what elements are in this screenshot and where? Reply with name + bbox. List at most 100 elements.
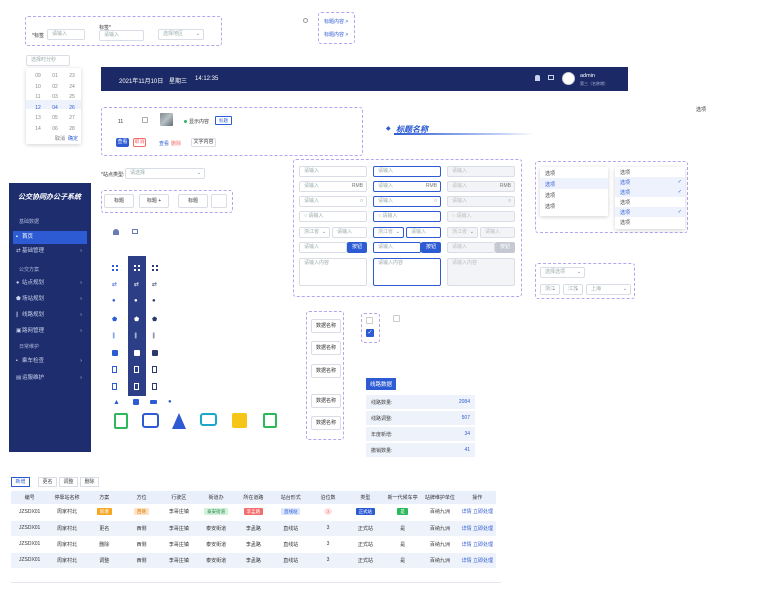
prefix-search-input-focused[interactable]: ○ 请输入 bbox=[373, 211, 441, 222]
rmb-input-focused[interactable]: 请输入 RMB bbox=[373, 181, 441, 192]
time-cell[interactable]: 27 bbox=[67, 113, 77, 124]
rmb-input[interactable]: 请输入 RMB bbox=[299, 181, 367, 192]
cascade-select-2[interactable]: 江苏 ⌄ bbox=[563, 284, 583, 295]
time-col-hours[interactable]: 09 10 11 12 13 14 bbox=[33, 71, 43, 134]
dropdown-option[interactable]: 选项 bbox=[615, 197, 685, 207]
input-append-button[interactable]: 按钮 bbox=[421, 242, 441, 253]
time-picker-input[interactable]: 选择时分秒 bbox=[26, 55, 70, 66]
link-button-2[interactable]: 标题内容 > bbox=[324, 31, 348, 38]
button-input-focused[interactable]: 请输入 bbox=[373, 242, 421, 253]
process-link[interactable]: 立即处理 bbox=[473, 558, 493, 564]
time-cell[interactable]: 11 bbox=[33, 92, 43, 103]
sidebar-item-basic[interactable]: ⇄ 基础管理 › bbox=[13, 245, 87, 258]
time-cell[interactable]: 10 bbox=[33, 82, 43, 93]
detail-input[interactable]: 请输入 bbox=[332, 227, 367, 238]
text-input[interactable]: 请输入 bbox=[299, 166, 367, 177]
avatar[interactable] bbox=[562, 72, 575, 85]
time-cell[interactable]: 03 bbox=[50, 92, 60, 103]
checkbox-checked[interactable]: ✓ bbox=[366, 329, 374, 337]
tab-add[interactable]: 新增 bbox=[11, 477, 30, 487]
time-cell[interactable]: 01 bbox=[50, 71, 60, 82]
sidebar-item-line[interactable]: ∥ 线路规划 › bbox=[13, 309, 87, 322]
time-cell[interactable]: 02 bbox=[50, 82, 60, 93]
option-select[interactable]: 选择选项 ⌄ bbox=[540, 267, 585, 278]
site-type-select[interactable]: 请选择 ⌄ bbox=[125, 168, 205, 179]
time-cell[interactable]: 25 bbox=[67, 92, 77, 103]
dropdown-option[interactable]: 选项 bbox=[540, 178, 608, 189]
data-name-button[interactable]: 数据名称 bbox=[311, 394, 341, 408]
time-cell[interactable]: 14 bbox=[33, 124, 43, 135]
checkbox-plain[interactable] bbox=[393, 315, 400, 322]
tab-button-1[interactable]: 标题 bbox=[104, 194, 134, 208]
data-name-button[interactable]: 数据名称 bbox=[311, 416, 341, 430]
checkbox-unchecked[interactable] bbox=[366, 317, 373, 324]
data-name-button[interactable]: 数据名称 bbox=[311, 341, 341, 355]
dropdown-option[interactable]: 选项 bbox=[540, 189, 608, 200]
data-name-button[interactable]: 数据名称 bbox=[311, 364, 341, 378]
dropdown-option[interactable]: 选项 bbox=[615, 167, 685, 177]
region-select[interactable]: 选择地区 ⌄ bbox=[158, 29, 204, 40]
search-input[interactable]: 请输入 ○ bbox=[299, 196, 367, 207]
dropdown-option[interactable]: 选项 bbox=[540, 167, 608, 178]
sidebar-item-network[interactable]: ▣ 路网管理 › bbox=[13, 325, 87, 338]
time-cell[interactable]: 09 bbox=[33, 71, 43, 82]
delete-link[interactable]: 删除 bbox=[171, 140, 181, 147]
process-link[interactable]: 立即处理 bbox=[473, 542, 493, 548]
time-cell[interactable]: 04 bbox=[50, 103, 60, 114]
province-select-focused[interactable]: 浙江省 ⌄ bbox=[373, 227, 404, 238]
link-button-1[interactable]: 标题内容 > bbox=[324, 18, 348, 25]
detail-link[interactable]: 详情 bbox=[462, 509, 472, 515]
textarea[interactable]: 请输入内容 bbox=[299, 258, 367, 286]
tab-button-empty[interactable] bbox=[211, 194, 227, 208]
detail-link[interactable]: 详情 bbox=[462, 542, 472, 548]
field1-input[interactable]: 请输入 bbox=[47, 29, 85, 40]
time-cell[interactable]: 26 bbox=[67, 103, 77, 114]
process-link[interactable]: 立即处理 bbox=[473, 526, 493, 532]
sidebar-item-maintain[interactable]: ▤ 运服维护 › bbox=[13, 372, 87, 385]
field2-input[interactable]: 请输入 bbox=[99, 30, 144, 41]
textarea-focused[interactable]: 请输入内容 bbox=[373, 258, 441, 286]
detail-input-focused[interactable]: 请输入 bbox=[406, 227, 441, 238]
sidebar-item-station[interactable]: ⬟ 场站规划 › bbox=[13, 293, 87, 306]
sidebar-item-home[interactable]: ▪ 首页 bbox=[13, 231, 87, 244]
text-button[interactable]: 文字内容 bbox=[191, 138, 216, 147]
cancel-button[interactable]: 取消 bbox=[133, 138, 146, 147]
detail-link[interactable]: 详情 bbox=[462, 526, 472, 532]
time-cell[interactable]: 23 bbox=[67, 71, 77, 82]
province-select[interactable]: 浙江省 ⌄ bbox=[299, 227, 330, 238]
checkbox[interactable] bbox=[142, 117, 148, 123]
time-cell[interactable]: 05 bbox=[50, 113, 60, 124]
time-col-seconds[interactable]: 23 24 25 26 27 28 bbox=[67, 71, 77, 134]
radio-icon[interactable] bbox=[303, 18, 308, 23]
sidebar-item-site[interactable]: ● 站点规划 › bbox=[13, 277, 87, 290]
process-link[interactable]: 立即处理 bbox=[473, 509, 493, 515]
tab-adjust[interactable]: 调整 bbox=[59, 477, 78, 487]
mail-icon[interactable] bbox=[548, 75, 554, 80]
dropdown-option[interactable]: 选项 bbox=[540, 200, 608, 211]
dropdown-option[interactable]: 选项 ✓ bbox=[615, 187, 685, 197]
prefix-search-input[interactable]: ○ 请输入 bbox=[299, 211, 367, 222]
time-col-minutes[interactable]: 01 02 03 04 05 06 bbox=[50, 71, 60, 134]
time-cell[interactable]: 13 bbox=[33, 113, 43, 124]
bell-icon[interactable] bbox=[535, 75, 540, 81]
time-cell[interactable]: 28 bbox=[67, 124, 77, 135]
dropdown-option[interactable]: 选项 ✓ bbox=[615, 207, 685, 217]
time-cell[interactable]: 06 bbox=[50, 124, 60, 135]
tab-button-2[interactable]: 标题 + bbox=[139, 194, 169, 208]
text-input-focused[interactable]: 请输入 bbox=[373, 166, 441, 177]
detail-link[interactable]: 详情 bbox=[462, 558, 472, 564]
view-link[interactable]: 查看 bbox=[159, 140, 169, 147]
tab-button-3[interactable]: 标题 bbox=[178, 194, 208, 208]
search-input-focused[interactable]: 请输入 ○ bbox=[373, 196, 441, 207]
dropdown-option[interactable]: 选项 ✓ bbox=[615, 177, 685, 187]
dropdown-option[interactable]: 选项 bbox=[615, 217, 685, 227]
time-picker-confirm[interactable]: 确定 bbox=[68, 135, 78, 142]
tab-delete[interactable]: 删除 bbox=[80, 477, 99, 487]
view-button[interactable]: 查看 bbox=[116, 138, 129, 147]
sidebar-item-inspect[interactable]: ▪ 乘车检查 › bbox=[13, 355, 87, 368]
data-name-button[interactable]: 数据名称 bbox=[311, 319, 341, 333]
button-input[interactable]: 请输入 bbox=[299, 242, 347, 253]
tab-rename[interactable]: 更名 bbox=[38, 477, 57, 487]
cascade-select-1[interactable]: 浙江 ⌄ bbox=[540, 284, 560, 295]
time-picker-cancel[interactable]: 取消 bbox=[55, 135, 65, 142]
